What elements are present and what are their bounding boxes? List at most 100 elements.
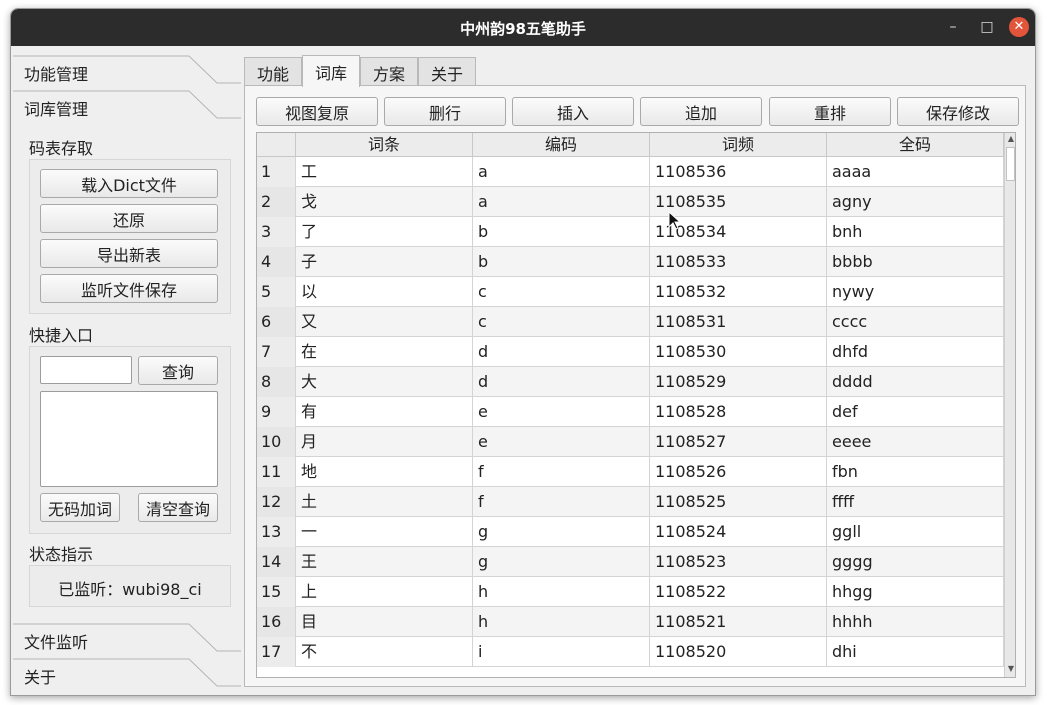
delete-row-button[interactable]: 删行 xyxy=(384,97,506,126)
row-number-cell[interactable]: 2 xyxy=(257,187,296,217)
tab-function[interactable]: 功能 xyxy=(244,57,302,87)
word-cell[interactable]: 月 xyxy=(296,427,473,457)
row-number-cell[interactable]: 15 xyxy=(257,577,296,607)
query-result-area[interactable] xyxy=(40,391,218,487)
table-row[interactable]: 11 地 f 1108526 fbn xyxy=(257,457,1004,487)
full-code-cell[interactable]: dhfd xyxy=(827,337,1004,367)
row-number-cell[interactable]: 3 xyxy=(257,217,296,247)
full-code-cell[interactable]: aaaa xyxy=(827,157,1004,187)
frequency-cell[interactable]: 1108530 xyxy=(650,337,827,367)
full-code-cell[interactable]: eeee xyxy=(827,427,1004,457)
code-cell[interactable]: e xyxy=(473,427,650,457)
table-row[interactable]: 9 有 e 1108528 def xyxy=(257,397,1004,427)
table-row[interactable]: 2 戈 a 1108535 agny xyxy=(257,187,1004,217)
code-cell[interactable]: g xyxy=(473,517,650,547)
code-cell[interactable]: a xyxy=(473,157,650,187)
table-row[interactable]: 16 目 h 1108521 hhhh xyxy=(257,607,1004,637)
full-code-cell[interactable]: agny xyxy=(827,187,1004,217)
table-row[interactable]: 13 一 g 1108524 ggll xyxy=(257,517,1004,547)
frequency-cell[interactable]: 1108532 xyxy=(650,277,827,307)
code-cell[interactable]: h xyxy=(473,607,650,637)
scrollbar-thumb[interactable] xyxy=(1006,147,1015,181)
tab-about[interactable]: 关于 xyxy=(418,57,476,87)
full-code-cell[interactable]: gggg xyxy=(827,547,1004,577)
row-number-cell[interactable]: 1 xyxy=(257,157,296,187)
full-code-cell[interactable]: dhi xyxy=(827,637,1004,667)
frequency-cell[interactable]: 1108536 xyxy=(650,157,827,187)
code-cell[interactable]: h xyxy=(473,577,650,607)
word-cell[interactable]: 王 xyxy=(296,547,473,577)
row-number-cell[interactable]: 11 xyxy=(257,457,296,487)
sidebar-item-func-mgmt[interactable]: 功能管理 xyxy=(11,55,243,85)
column-header-word[interactable]: 词条 xyxy=(296,133,473,157)
add-no-code-button[interactable]: 无码加词 xyxy=(40,493,120,522)
word-cell[interactable]: 上 xyxy=(296,577,473,607)
frequency-cell[interactable]: 1108521 xyxy=(650,607,827,637)
frequency-cell[interactable]: 1108526 xyxy=(650,457,827,487)
word-cell[interactable]: 子 xyxy=(296,247,473,277)
code-cell[interactable]: f xyxy=(473,457,650,487)
table-row[interactable]: 15 上 h 1108522 hhgg xyxy=(257,577,1004,607)
table-row[interactable]: 14 王 g 1108523 gggg xyxy=(257,547,1004,577)
table-row[interactable]: 5 以 c 1108532 nywy xyxy=(257,277,1004,307)
row-number-cell[interactable]: 6 xyxy=(257,307,296,337)
row-number-cell[interactable]: 14 xyxy=(257,547,296,577)
word-cell[interactable]: 戈 xyxy=(296,187,473,217)
code-cell[interactable]: i xyxy=(473,637,650,667)
scroll-up-icon[interactable]: ▲ xyxy=(1005,133,1015,145)
sidebar-item-file-watch[interactable]: 文件监听 xyxy=(11,623,243,653)
code-cell[interactable]: c xyxy=(473,277,650,307)
column-header-full-code[interactable]: 全码 xyxy=(827,133,1004,157)
word-cell[interactable]: 不 xyxy=(296,637,473,667)
row-number-cell[interactable]: 10 xyxy=(257,427,296,457)
export-table-button[interactable]: 导出新表 xyxy=(40,239,218,268)
word-cell[interactable]: 了 xyxy=(296,217,473,247)
row-number-cell[interactable]: 9 xyxy=(257,397,296,427)
full-code-cell[interactable]: bbbb xyxy=(827,247,1004,277)
row-number-cell[interactable]: 13 xyxy=(257,517,296,547)
table-row[interactable]: 17 不 i 1108520 dhi xyxy=(257,637,1004,667)
tab-scheme[interactable]: 方案 xyxy=(360,57,418,87)
frequency-cell[interactable]: 1108528 xyxy=(650,397,827,427)
row-number-cell[interactable]: 4 xyxy=(257,247,296,277)
full-code-cell[interactable]: hhhh xyxy=(827,607,1004,637)
watch-save-button[interactable]: 监听文件保存 xyxy=(40,274,218,303)
save-changes-button[interactable]: 保存修改 xyxy=(897,97,1019,126)
dictionary-table[interactable]: 词条 编码 词频 全码 1 工 a 1108536 aaaa 2 戈 a 1108535 agny… xyxy=(256,132,1016,678)
frequency-cell[interactable]: 1108520 xyxy=(650,637,827,667)
table-row[interactable]: 10 月 e 1108527 eeee xyxy=(257,427,1004,457)
table-row[interactable]: 6 又 c 1108531 cccc xyxy=(257,307,1004,337)
table-row[interactable]: 4 子 b 1108533 bbbb xyxy=(257,247,1004,277)
row-number-cell[interactable]: 8 xyxy=(257,367,296,397)
table-row[interactable]: 1 工 a 1108536 aaaa xyxy=(257,157,1004,187)
scroll-down-icon[interactable]: ▼ xyxy=(1005,663,1015,675)
word-cell[interactable]: 大 xyxy=(296,367,473,397)
word-cell[interactable]: 土 xyxy=(296,487,473,517)
frequency-cell[interactable]: 1108523 xyxy=(650,547,827,577)
full-code-cell[interactable]: ggll xyxy=(827,517,1004,547)
frequency-cell[interactable]: 1108533 xyxy=(650,247,827,277)
frequency-cell[interactable]: 1108531 xyxy=(650,307,827,337)
column-header-frequency[interactable]: 词频 xyxy=(650,133,827,157)
frequency-cell[interactable]: 1108525 xyxy=(650,487,827,517)
code-cell[interactable]: d xyxy=(473,337,650,367)
quick-search-input[interactable] xyxy=(40,356,132,384)
code-cell[interactable]: b xyxy=(473,247,650,277)
full-code-cell[interactable]: dddd xyxy=(827,367,1004,397)
query-button[interactable]: 查询 xyxy=(138,356,218,385)
code-cell[interactable]: e xyxy=(473,397,650,427)
word-cell[interactable]: 一 xyxy=(296,517,473,547)
full-code-cell[interactable]: hhgg xyxy=(827,577,1004,607)
row-number-cell[interactable]: 16 xyxy=(257,607,296,637)
row-number-cell[interactable]: 12 xyxy=(257,487,296,517)
word-cell[interactable]: 工 xyxy=(296,157,473,187)
restore-button[interactable]: 还原 xyxy=(40,204,218,233)
word-cell[interactable]: 以 xyxy=(296,277,473,307)
vertical-scrollbar[interactable]: ▲ ▼ xyxy=(1004,133,1015,677)
frequency-cell[interactable]: 1108529 xyxy=(650,367,827,397)
code-cell[interactable]: f xyxy=(473,487,650,517)
sidebar-item-dict-mgmt[interactable]: 词库管理 xyxy=(11,90,243,120)
resort-button[interactable]: 重排 xyxy=(769,97,891,126)
full-code-cell[interactable]: fbn xyxy=(827,457,1004,487)
word-cell[interactable]: 又 xyxy=(296,307,473,337)
